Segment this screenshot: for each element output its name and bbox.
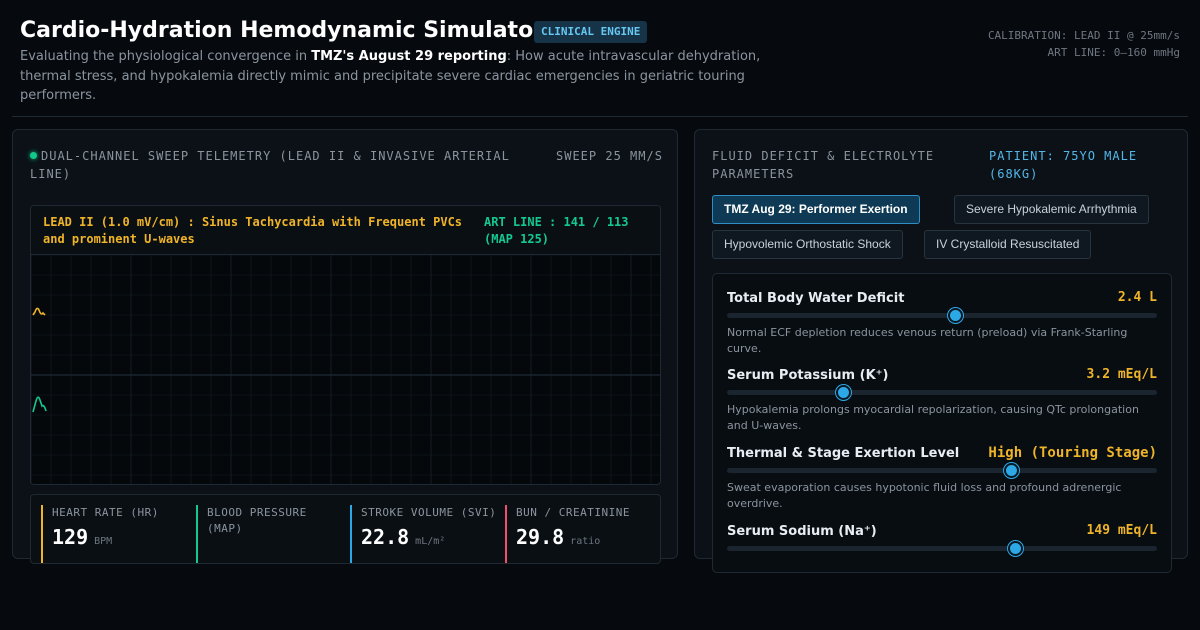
- scenario-tmz-performer-exertion[interactable]: TMZ Aug 29: Performer Exertion: [712, 195, 920, 224]
- arterial-waveform: [32, 396, 47, 413]
- vital-bun-creatinine: BUN / CREATININE 29.8 ratio: [505, 505, 655, 563]
- vital-label: BLOOD PRESSURE (MAP): [207, 506, 307, 535]
- param-value: 2.4 L: [1117, 290, 1157, 305]
- telemetry-title: DUAL-CHANNEL SWEEP TELEMETRY (LEAD II & …: [30, 149, 510, 181]
- vital-value: 129: [52, 525, 89, 549]
- vital-blood-pressure: BLOOD PRESSURE (MAP): [196, 505, 344, 563]
- parameters-panel: FLUID DEFICIT & ELECTROLYTE PARAMETERS P…: [694, 129, 1188, 573]
- vital-value: 29.8: [516, 525, 565, 549]
- parameters-title: FLUID DEFICIT & ELECTROLYTE PARAMETERS: [712, 149, 935, 181]
- vitals-bar: HEART RATE (HR) 129 BPM BLOOD PRESSURE (M…: [30, 494, 661, 564]
- patient-info: PATIENT: 75YO MALE (68KG): [989, 149, 1138, 181]
- telemetry-panel: DUAL-CHANNEL SWEEP TELEMETRY (LEAD II & …: [12, 129, 678, 564]
- vital-unit: mL/m²: [415, 536, 446, 547]
- slider-track[interactable]: [727, 308, 1157, 323]
- vital-value: 22.8: [361, 525, 410, 549]
- lead-ii-label: LEAD II (1.0 mV/cm) : Sinus Tachycardia …: [43, 215, 463, 246]
- vital-stroke-volume: STROKE VOLUME (SVI) 22.8 mL/m²: [350, 505, 498, 563]
- vital-label: HEART RATE (HR): [52, 506, 159, 519]
- page-subtitle: Evaluating the physiological convergence…: [20, 47, 800, 106]
- parameter-list: Total Body Water Deficit 2.4 L Normal EC…: [712, 273, 1172, 573]
- slider-track[interactable]: [727, 463, 1157, 478]
- scenario-hypovolemic-orthostatic-shock[interactable]: Hypovolemic Orthostatic Shock: [712, 230, 903, 259]
- subtitle-prefix: Evaluating the physiological convergence…: [20, 49, 312, 64]
- header-divider: [12, 116, 1188, 117]
- slider-thumb[interactable]: [947, 308, 963, 323]
- param-name: Total Body Water Deficit: [727, 291, 905, 306]
- subtitle-highlight: TMZ's August 29 reporting: [311, 49, 507, 64]
- param-value: 3.2 mEq/L: [1086, 367, 1157, 382]
- oscilloscope: LEAD II (1.0 mV/cm) : Sinus Tachycardia …: [30, 205, 661, 485]
- art-line-label: ART LINE : 141 / 113 (MAP 125): [484, 215, 629, 246]
- page-title: Cardio-Hydration Hemodynamic Simulator: [20, 18, 545, 43]
- scope-header: LEAD II (1.0 mV/cm) : Sinus Tachycardia …: [31, 206, 660, 255]
- vital-unit: BPM: [94, 536, 113, 547]
- param-description: Sweat evaporation causes hypotonic fluid…: [727, 481, 1122, 510]
- param-name: Serum Potassium (K⁺): [727, 368, 889, 383]
- scenario-severe-hypokalemic-arrhythmia[interactable]: Severe Hypokalemic Arrhythmia: [954, 195, 1149, 224]
- calibration-info: CALIBRATION: LEAD II @ 25mm/s ART LINE: …: [988, 27, 1180, 61]
- param-name: Serum Sodium (Na⁺): [727, 524, 877, 539]
- vital-heart-rate: HEART RATE (HR) 129 BPM: [41, 505, 189, 563]
- param-value: High (Touring Stage): [988, 445, 1157, 461]
- slider-thumb[interactable]: [836, 385, 852, 400]
- sweep-speed: SWEEP 25 MM/S: [556, 149, 663, 163]
- calibration-art: ART LINE: 0–160 mmHg: [1047, 46, 1180, 59]
- calibration-lead: CALIBRATION: LEAD II @ 25mm/s: [987, 29, 1180, 42]
- vital-label: BUN / CREATININE: [516, 506, 630, 519]
- ecg-waveform: [32, 307, 46, 316]
- slider-track[interactable]: [727, 385, 1157, 400]
- vital-label: STROKE VOLUME (SVI): [361, 506, 497, 519]
- param-value: 149 mEq/L: [1086, 523, 1157, 538]
- slider-track[interactable]: [727, 541, 1157, 556]
- slider-thumb[interactable]: [1008, 541, 1024, 556]
- clinical-engine-badge: CLINICAL ENGINE: [534, 21, 648, 43]
- scenario-iv-crystalloid-resuscitated[interactable]: IV Crystalloid Resuscitated: [924, 230, 1092, 259]
- param-description: Normal ECF depletion reduces venous retu…: [727, 326, 1128, 355]
- slider-thumb[interactable]: [1003, 463, 1019, 478]
- param-description: Hypokalemia prolongs myocardial repolari…: [727, 403, 1139, 432]
- scope-grid: [31, 255, 660, 484]
- vital-unit: ratio: [570, 536, 601, 547]
- param-name: Thermal & Stage Exertion Level: [727, 446, 960, 461]
